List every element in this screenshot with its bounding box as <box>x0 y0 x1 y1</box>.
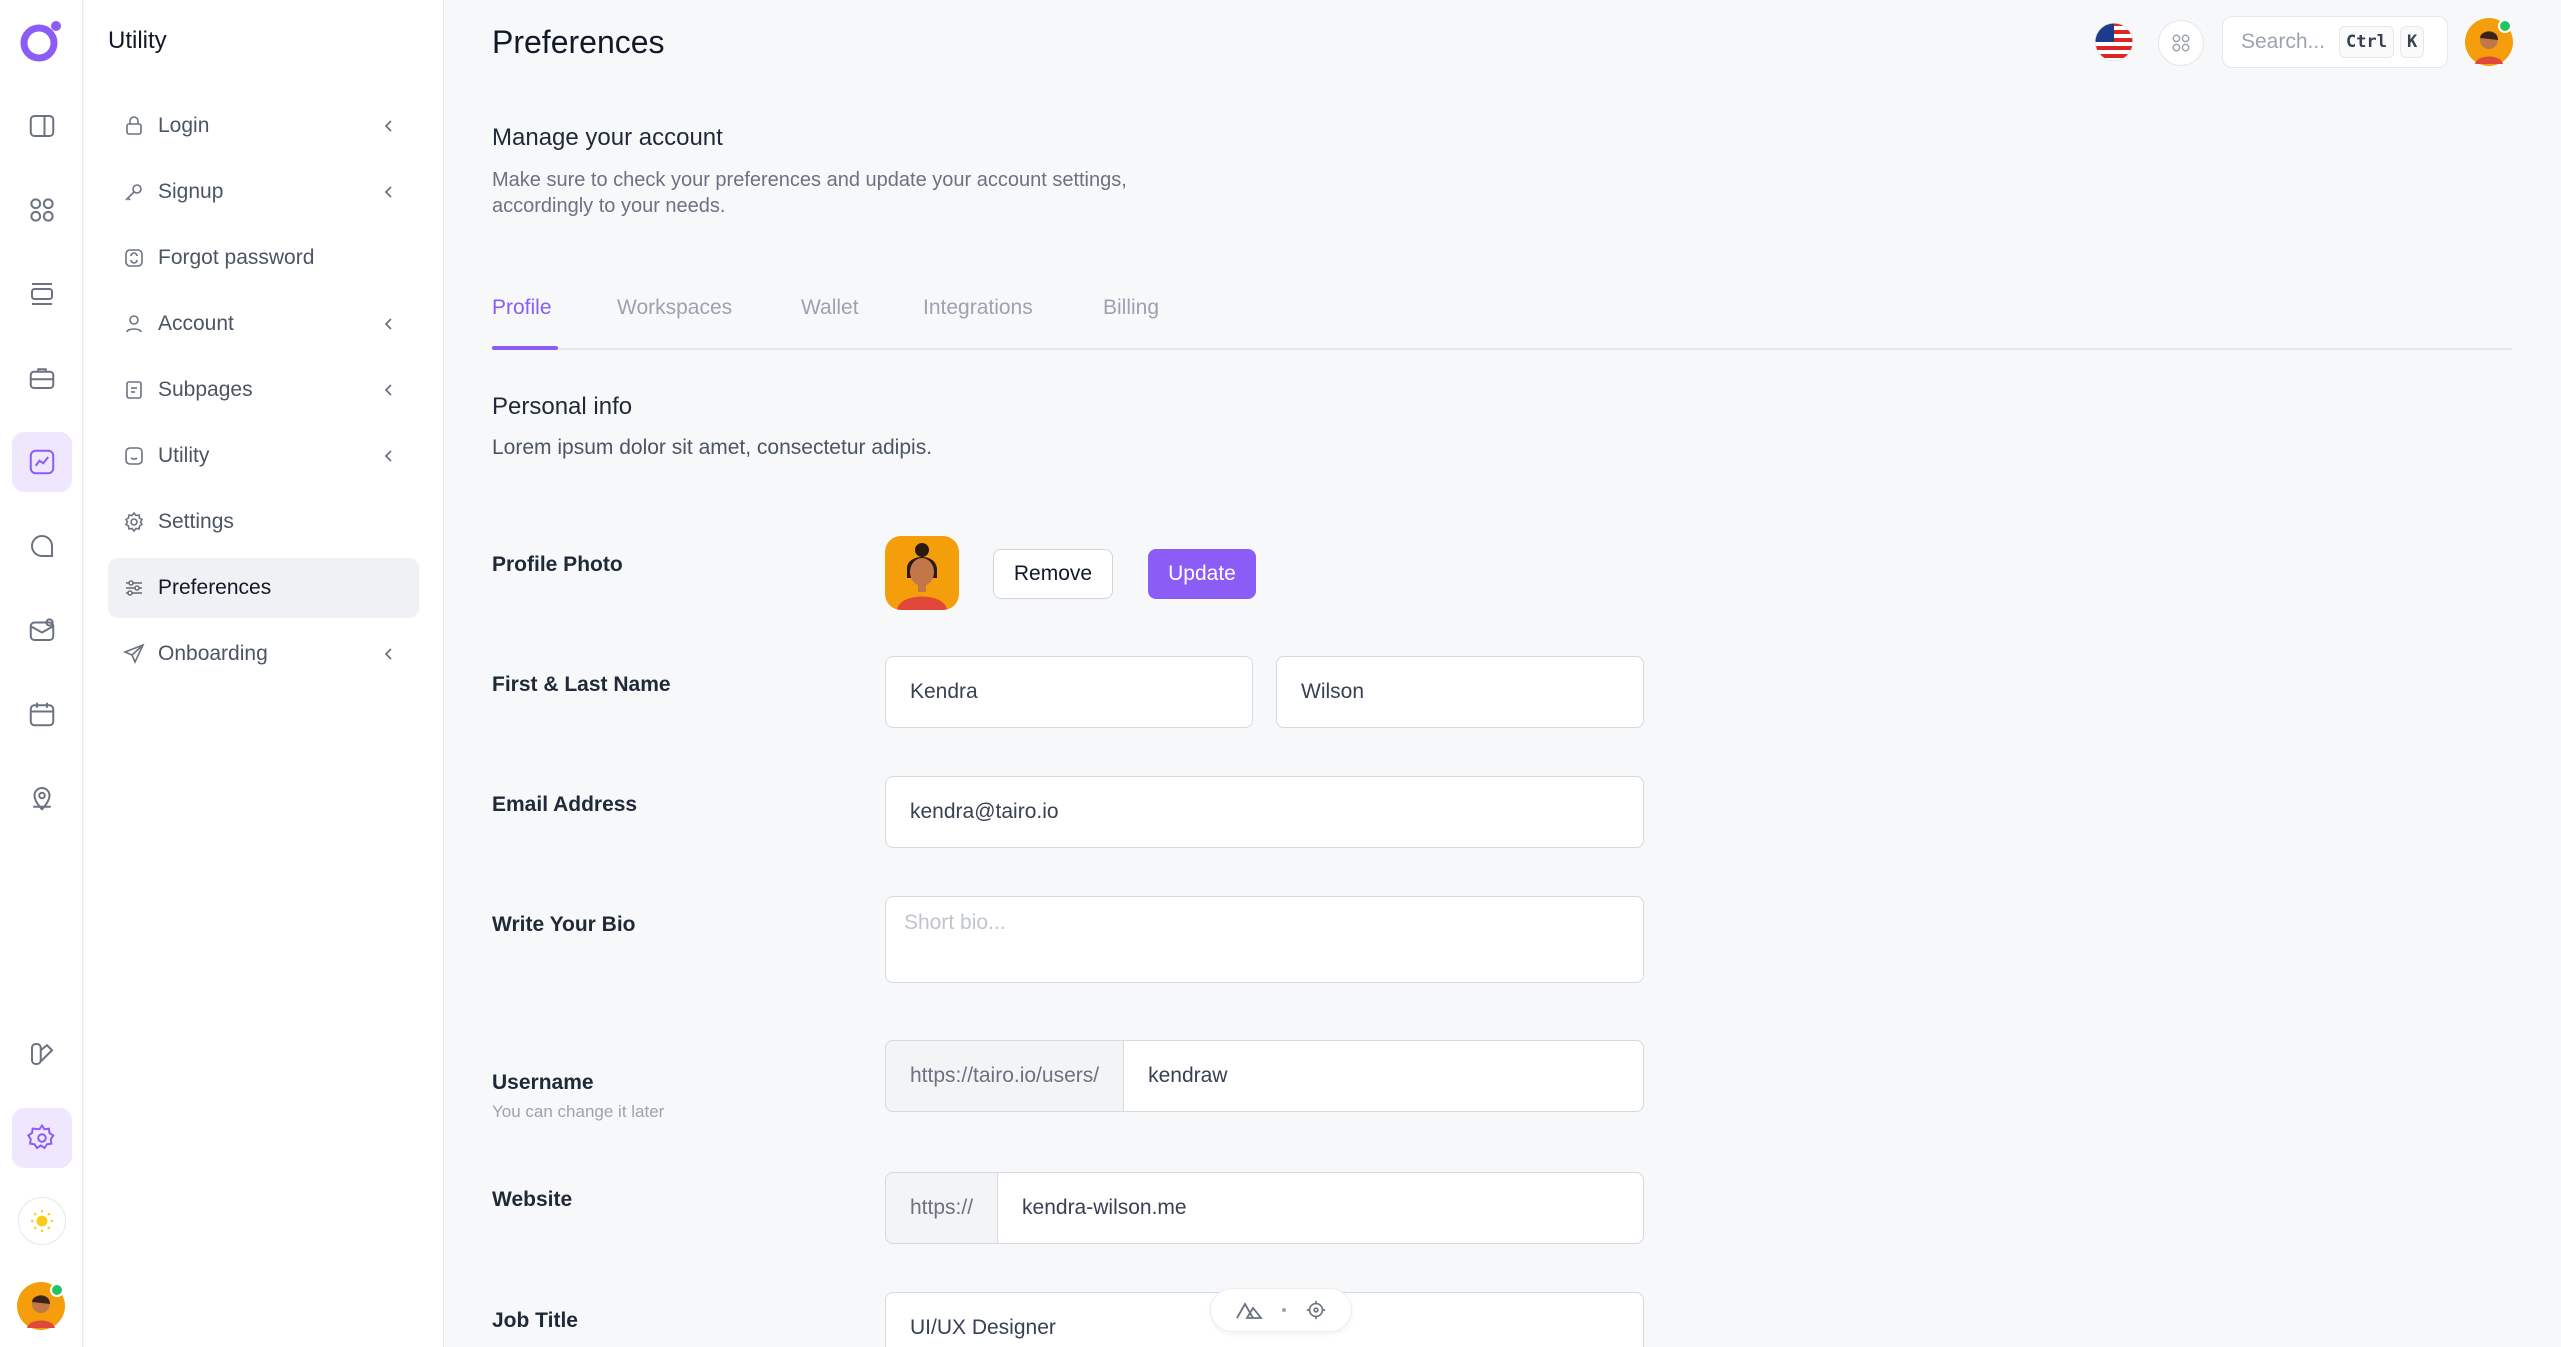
search-placeholder: Search... <box>2241 30 2326 53</box>
tab-billing[interactable]: Billing <box>1103 296 1159 320</box>
update-photo-button[interactable]: Update <box>1148 549 1256 599</box>
chat-bubble-icon[interactable] <box>12 516 72 576</box>
refresh-shield-icon <box>122 246 146 270</box>
chevron-left-icon <box>384 120 392 132</box>
sidebar-item-utility[interactable]: Utility <box>108 426 419 486</box>
bio-textarea[interactable] <box>885 896 1644 983</box>
chevron-left-icon <box>384 186 392 198</box>
sidebar-item-label: Settings <box>158 510 234 533</box>
remove-photo-button[interactable]: Remove <box>993 549 1113 599</box>
sidebar-item-account[interactable]: Account <box>108 294 419 354</box>
sidebar-item-subpages[interactable]: Subpages <box>108 360 419 420</box>
send-plane-icon <box>122 642 146 666</box>
profile-photo-label: Profile Photo <box>492 553 623 576</box>
sidebar-item-label: Signup <box>158 180 224 203</box>
job-title-label: Job Title <box>492 1309 578 1332</box>
sidebar-item-label: Forgot password <box>158 246 315 269</box>
sidebar-item-onboarding[interactable]: Onboarding <box>108 624 419 684</box>
search-button[interactable]: Search... Ctrl K <box>2222 16 2448 68</box>
devtools-toolbar <box>1210 1288 1352 1332</box>
sidebar-item-label: Preferences <box>158 576 272 599</box>
nuxt-logo-icon[interactable] <box>1235 1300 1263 1320</box>
tairo-logo-icon[interactable] <box>18 18 64 64</box>
tab-profile[interactable]: Profile <box>492 296 552 320</box>
analytics-chart-icon[interactable] <box>12 432 72 492</box>
sidebar-item-preferences[interactable]: Preferences <box>108 558 419 618</box>
toolbar-separator <box>1281 1308 1286 1312</box>
chevron-left-icon <box>384 648 392 660</box>
sidebar-item-signup[interactable]: Signup <box>108 162 419 222</box>
crosshair-inspect-icon[interactable] <box>1305 1299 1327 1321</box>
briefcase-icon[interactable] <box>12 348 72 408</box>
sidebar-item-login[interactable]: Login <box>108 96 419 156</box>
app-root: Utility Login Signup Forgot password Acc… <box>0 0 2561 1347</box>
username-hint: You can change it later <box>492 1102 665 1121</box>
chevron-left-icon <box>384 318 392 330</box>
tab-wallet[interactable]: Wallet <box>801 296 859 320</box>
manage-account-title: Manage your account <box>492 124 723 151</box>
chevron-left-icon <box>384 384 392 396</box>
manage-account-description: Make sure to check your preferences and … <box>492 169 1127 217</box>
user-icon <box>122 312 146 336</box>
email-field[interactable]: kendra@tairo.io <box>885 776 1644 848</box>
sidebar-item-label: Account <box>158 312 234 335</box>
secondary-sidebar: Utility Login Signup Forgot password Acc… <box>84 0 444 1347</box>
website-field[interactable]: kendra-wilson.me <box>998 1172 1644 1244</box>
personal-info-description: Lorem ipsum dolor sit amet, consectetur … <box>492 436 933 459</box>
smile-box-icon <box>122 444 146 468</box>
preferences-tabs: Profile Workspaces Wallet Integrations B… <box>492 290 2512 350</box>
sidebar-item-forgot-password[interactable]: Forgot password <box>108 228 419 288</box>
layout-list-icon[interactable] <box>12 264 72 324</box>
document-icon <box>122 378 146 402</box>
username-prefix: https://tairo.io/users/ <box>885 1040 1125 1112</box>
customize-palette-icon[interactable] <box>12 1024 72 1084</box>
sidebar-item-settings[interactable]: Settings <box>108 492 419 552</box>
sidebar-item-label: Onboarding <box>158 642 268 665</box>
kbd-ctrl: Ctrl <box>2339 26 2394 58</box>
lock-icon <box>122 114 146 138</box>
apps-grid-icon <box>2172 34 2190 52</box>
user-avatar-icon[interactable] <box>17 1282 65 1330</box>
sliders-icon <box>122 576 146 600</box>
key-icon <box>122 180 146 204</box>
email-label: Email Address <box>492 793 638 816</box>
name-label: First & Last Name <box>492 673 671 696</box>
active-tab-indicator <box>492 346 558 350</box>
gear-icon <box>122 510 146 534</box>
map-pin-icon[interactable] <box>12 768 72 828</box>
sidebar-item-label: Subpages <box>158 378 253 401</box>
username-field[interactable]: kendraw <box>1124 1040 1644 1112</box>
bio-label: Write Your Bio <box>492 913 636 936</box>
tab-integrations[interactable]: Integrations <box>923 296 1033 320</box>
website-input-group: https:// kendra-wilson.me <box>885 1172 1644 1244</box>
sidebar-panel-icon[interactable] <box>12 96 72 156</box>
calendar-icon[interactable] <box>12 684 72 744</box>
mail-notification-icon[interactable] <box>12 600 72 660</box>
profile-photo-image <box>885 536 959 610</box>
website-label: Website <box>492 1188 573 1211</box>
username-label: Username <box>492 1071 594 1094</box>
kbd-k: K <box>2400 26 2425 58</box>
username-input-group: https://tairo.io/users/ kendraw <box>885 1040 1644 1112</box>
apps-grid-button[interactable] <box>2158 20 2204 66</box>
page-title: Preferences <box>492 24 665 60</box>
sidebar-section-title: Utility <box>108 27 167 54</box>
personal-info-title: Personal info <box>492 393 633 420</box>
tab-workspaces[interactable]: Workspaces <box>617 296 732 320</box>
sidebar-item-label: Login <box>158 114 210 137</box>
sidebar-item-label: Utility <box>158 444 210 467</box>
settings-gear-icon[interactable] <box>12 1108 72 1168</box>
chevron-left-icon <box>384 450 392 462</box>
dashboard-grid-icon[interactable] <box>12 180 72 240</box>
website-prefix: https:// <box>885 1172 999 1244</box>
us-flag-language-icon[interactable] <box>2094 22 2134 62</box>
account-avatar-icon[interactable] <box>2465 18 2513 66</box>
theme-toggle-sun-icon[interactable] <box>18 1197 66 1245</box>
icon-rail <box>0 0 83 1347</box>
last-name-field[interactable]: Wilson <box>1276 656 1644 728</box>
first-name-field[interactable]: Kendra <box>885 656 1253 728</box>
